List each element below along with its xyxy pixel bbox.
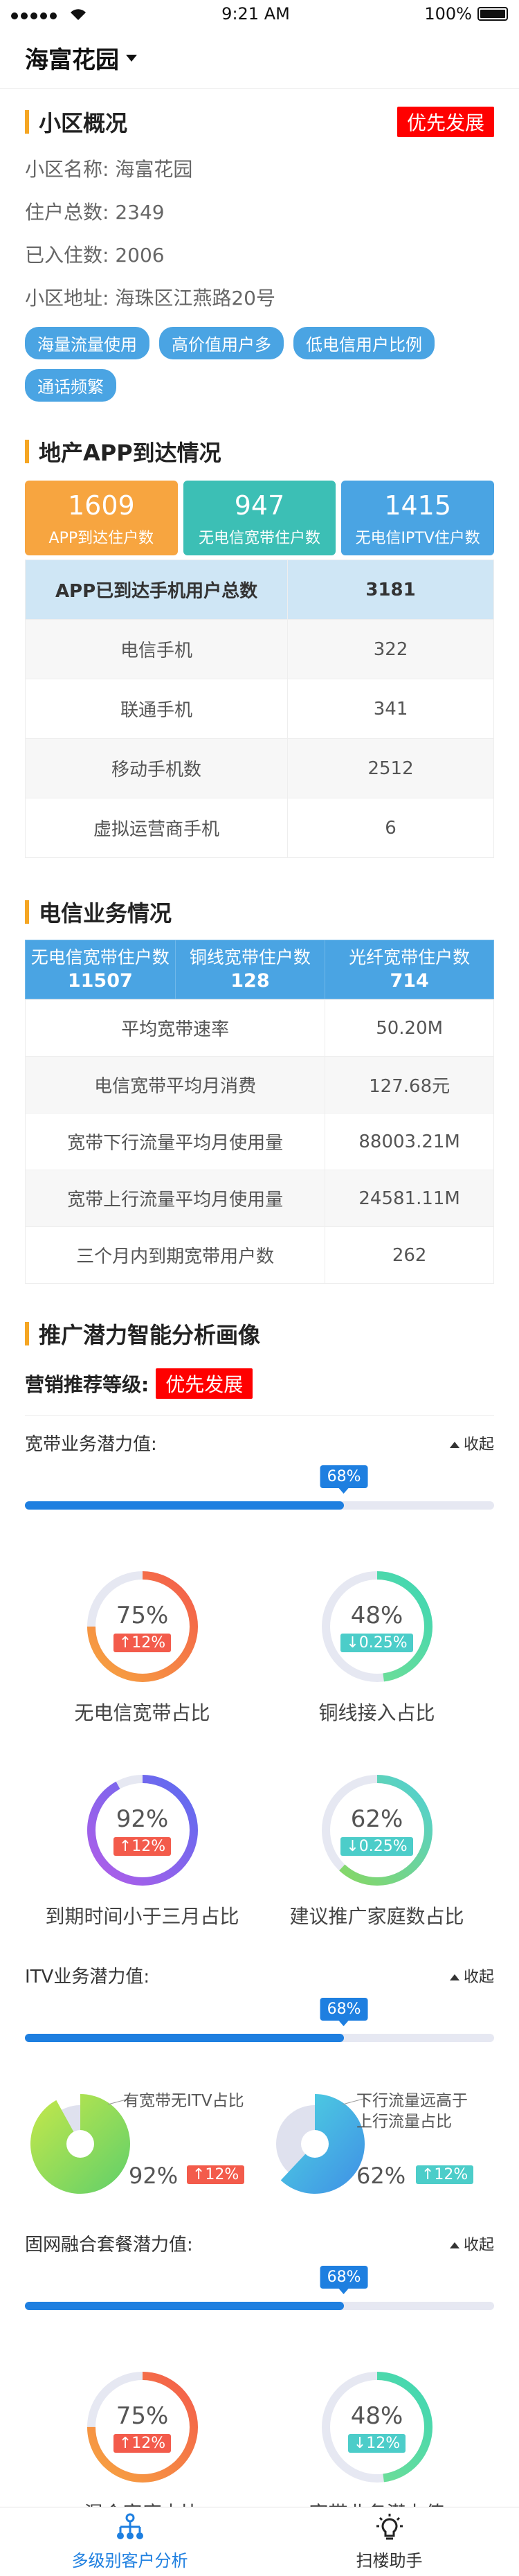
collapse-button[interactable]: 收起	[449, 2233, 494, 2255]
metric-pie: 有宽带无ITV占比 92% ↑12%	[25, 2085, 260, 2203]
status-time: 9:21 AM	[221, 4, 290, 24]
feature-tag: 低电信用户比例	[293, 327, 435, 359]
app-reach-title: 地产APP到达情况	[39, 440, 221, 466]
tab-building-assistant[interactable]: 扫楼助手	[260, 2507, 519, 2576]
potential-title: 推广潜力智能分析画像	[39, 1322, 261, 1348]
metric-ring: 48% ↓0.25% 铜线接入占比	[260, 1568, 494, 1726]
chevron-up-icon	[449, 1442, 459, 1448]
telecom-title: 电信业务情况	[39, 900, 172, 927]
metric-ring: 48%↓12%宽带业务潜力值	[260, 2368, 494, 2526]
community-selector[interactable]: 海富花园	[0, 28, 519, 89]
metric-ring: 75% ↑12% 无电信宽带占比	[25, 1568, 260, 1726]
itv-progress: 68%	[25, 1998, 494, 2046]
lightbulb-icon	[376, 2514, 403, 2540]
feature-tag: 通话频繁	[25, 369, 116, 402]
collapse-button[interactable]: 收起	[449, 1432, 494, 1454]
priority-badge: 优先发展	[397, 107, 494, 137]
chevron-up-icon	[449, 2242, 459, 2248]
info-row: 已入住数: 2006	[25, 244, 165, 267]
signal-icon	[11, 4, 87, 24]
level-label: 营销推荐等级:	[25, 1373, 149, 1396]
level-badge: 优先发展	[156, 1368, 253, 1399]
potential-section: 推广潜力智能分析画像 营销推荐等级: 优先发展 宽带业务潜力值: 收起 68% 7…	[0, 1320, 519, 2526]
chevron-down-icon	[126, 54, 137, 62]
stat-card: 947 无电信宽带住户数	[183, 481, 336, 555]
telecom-table: 无电信宽带住户数 11507 铜线宽带住户数 128 光纤宽带住户数 714	[25, 940, 494, 999]
telecom-metrics-table: 平均宽带速率 50.20M 电信宽带平均月消费 127.68元 宽带下行流量平均月使…	[24, 999, 494, 1284]
stat-card: 1415 无电信IPTV住户数	[341, 481, 495, 555]
metric-ring: 92% ↑12% 到期时间小于三月占比	[25, 1771, 260, 1929]
itv-label: ITV业务潜力值:	[25, 1967, 150, 1987]
info-row: 小区地址: 海珠区江燕路20号	[25, 287, 275, 310]
tab-bar: 多级别客户分析 扫楼助手	[0, 2507, 519, 2576]
pie-hole	[66, 2130, 94, 2158]
chevron-up-icon	[449, 1974, 459, 1980]
collapse-button[interactable]: 收起	[449, 1965, 494, 1987]
info-row: 小区名称: 海富花园	[25, 158, 193, 181]
fixed-label: 固网融合套餐潜力值:	[25, 2235, 193, 2255]
app-reach-table: APP已到达手机用户总数 3181 电信手机 322 联通手机 341 移动手机数 25…	[24, 560, 494, 858]
battery-icon	[477, 7, 508, 21]
app-reach-section: 地产APP到达情况 1609 APP到达住户数 947 无电信宽带住户数 1415 无…	[0, 438, 519, 858]
telecom-section: 电信业务情况 无电信宽带住户数 11507 铜线宽带住户数 128 光纤宽带住户数 7…	[0, 898, 519, 1284]
broadband-label: 宽带业务潜力值:	[25, 1434, 157, 1455]
metric-pie: 下行流量远高于上行流量占比 62% ↑12%	[260, 2085, 494, 2203]
metric-ring: 62% ↓0.25% 建议推广家庭数占比	[260, 1771, 494, 1929]
page-title: 海富花园	[25, 46, 119, 74]
info-row: 住户总数: 2349	[25, 201, 165, 224]
fixed-progress: 68%	[25, 2266, 494, 2314]
metric-ring: 75%↑12%混合家庭占比	[25, 2368, 260, 2526]
overview-title: 小区概况	[39, 110, 128, 136]
battery-percent: 100%	[424, 4, 472, 24]
feature-tag: 高价值用户多	[159, 327, 284, 359]
status-bar: 9:21 AM 100%	[0, 0, 519, 28]
feature-tag: 海量流量使用	[25, 327, 149, 359]
tab-customer-analysis[interactable]: 多级别客户分析	[0, 2507, 260, 2576]
hierarchy-icon	[116, 2513, 143, 2539]
pie-hole	[301, 2130, 329, 2158]
overview-section: 小区概况 优先发展 小区名称: 海富花园 住户总数: 2349 已入住数: 20…	[0, 107, 519, 402]
stat-card: 1609 APP到达住户数	[25, 481, 178, 555]
broadband-progress: 68%	[25, 1465, 494, 1514]
